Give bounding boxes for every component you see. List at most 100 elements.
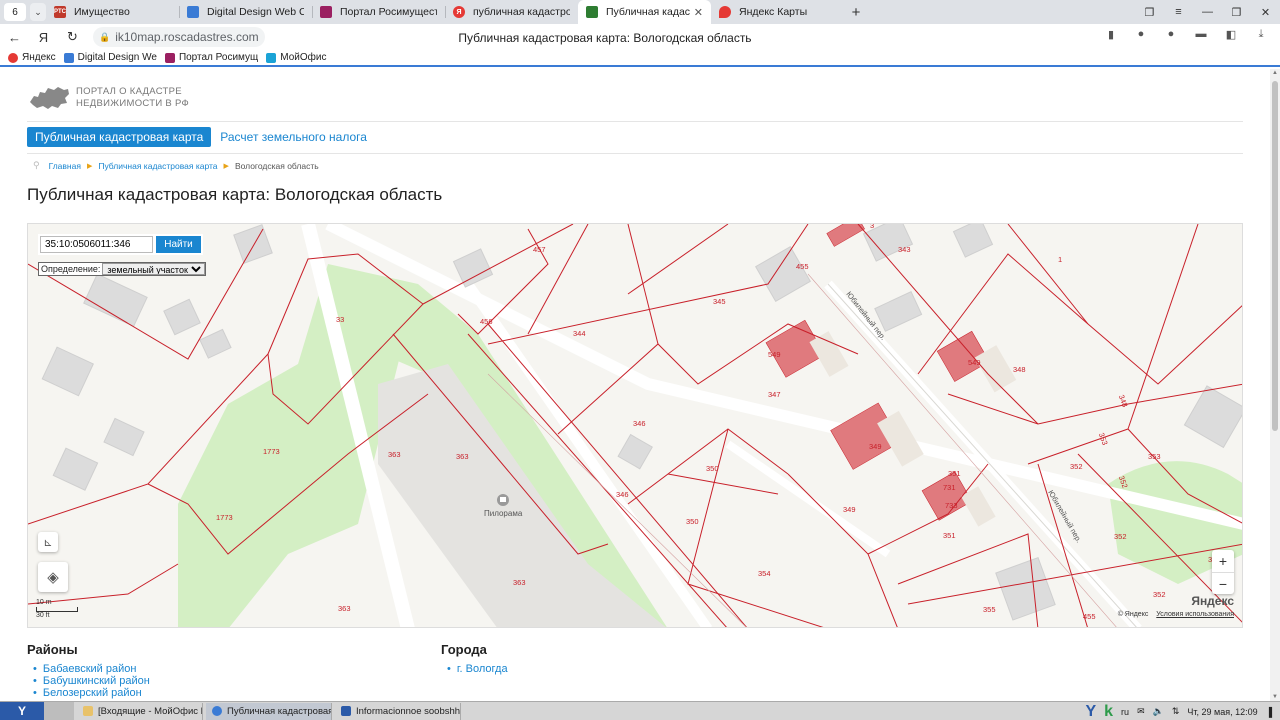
taskbar-item[interactable]: [Входящие - МойОфис П... bbox=[77, 702, 203, 720]
kaspersky-icon[interactable]: k bbox=[1104, 703, 1113, 720]
url-text: ik10map.roscadastres.com bbox=[115, 30, 259, 44]
cadastral-map[interactable]: 33 457 456 344 345 455 343 1 347 346 346 350 350… bbox=[27, 223, 1243, 628]
browser-tab-bar: 6 ⌄ РТС Имущество Digital Design Web Cli… bbox=[0, 0, 1280, 24]
back-icon[interactable]: ← bbox=[0, 30, 29, 45]
bookmark-icon[interactable]: ▮ bbox=[1096, 28, 1126, 41]
page-scrollbar[interactable]: ▲ ▼ bbox=[1270, 69, 1280, 701]
taskbar-item-active[interactable]: Публичная кадастровая ... bbox=[206, 702, 332, 720]
svg-text:363: 363 bbox=[338, 604, 351, 613]
tabs-icon[interactable]: ❐ bbox=[1135, 6, 1164, 19]
bookmarks-bar: Яндекс Digital Design We Портал Росимущ … bbox=[0, 50, 1280, 67]
menu-item-cadastral-map[interactable]: Публичная кадастровая карта bbox=[27, 127, 212, 147]
menu-icon[interactable]: ≡ bbox=[1164, 6, 1193, 18]
tab-title: Публичная кадастрова bbox=[606, 6, 690, 18]
scroll-up-icon[interactable]: ▲ bbox=[1270, 70, 1280, 76]
cadastral-number-input[interactable] bbox=[40, 236, 153, 253]
ruler-button[interactable]: ⊾ bbox=[38, 532, 58, 552]
maximize-icon[interactable]: ❐ bbox=[1222, 6, 1251, 19]
network-icon[interactable]: ⇅ bbox=[1172, 706, 1180, 717]
reload-icon[interactable]: ↻ bbox=[58, 29, 87, 45]
svg-text:352: 352 bbox=[1114, 532, 1127, 541]
location-pin-icon: ⚲ bbox=[33, 160, 40, 170]
yandex-maps-logo[interactable]: Яндекс bbox=[1191, 594, 1234, 608]
extension-icon[interactable]: ● bbox=[1156, 28, 1186, 41]
breadcrumb: ⚲ Главная ▶ Публичная кадастровая карта … bbox=[33, 160, 319, 171]
breadcrumb-current: Вологодская область bbox=[234, 160, 319, 171]
region-link[interactable]: Бабушкинский район bbox=[33, 675, 150, 687]
taskbar-item-label: Informacionnoe soobshhe... bbox=[356, 705, 461, 717]
clock[interactable]: Чт, 29 мая, 12:09 bbox=[1187, 707, 1257, 717]
volume-icon[interactable]: 🔈 bbox=[1153, 706, 1164, 717]
tab-title: Портал Росимущества bbox=[340, 6, 437, 18]
svg-text:344: 344 bbox=[573, 329, 586, 338]
yandex-icon[interactable]: Я bbox=[29, 30, 58, 45]
browser-tab[interactable]: Я публичная кадастровая bbox=[445, 0, 578, 24]
language-indicator[interactable]: ru bbox=[1121, 707, 1129, 717]
extension-icon[interactable]: ● bbox=[1126, 28, 1156, 41]
search-button[interactable]: Найти bbox=[156, 236, 201, 253]
tab-title: публичная кадастровая bbox=[473, 6, 570, 18]
document-icon bbox=[341, 706, 351, 716]
show-desktop-icon[interactable]: ▐ bbox=[1266, 707, 1272, 717]
svg-text:348: 348 bbox=[1013, 365, 1026, 374]
bookmark-item[interactable]: Digital Design We bbox=[63, 52, 157, 63]
minimize-icon[interactable]: — bbox=[1193, 6, 1222, 18]
scrollbar-thumb[interactable] bbox=[1272, 81, 1278, 431]
url-field[interactable]: 🔒 ik10map.roscadastres.com bbox=[93, 27, 265, 47]
page-title: Публичная кадастровая карта: Вологодская… bbox=[27, 185, 443, 204]
bookmark-item[interactable]: МойОфис bbox=[266, 52, 326, 63]
map-canvas[interactable]: 33 457 456 344 345 455 343 1 347 346 346 350 350… bbox=[28, 224, 1243, 628]
scroll-down-icon[interactable]: ▼ bbox=[1270, 694, 1280, 700]
menu-item-land-tax[interactable]: Расчет земельного налога bbox=[220, 130, 367, 144]
rosim-icon bbox=[320, 6, 332, 18]
zoom-in-button[interactable]: + bbox=[1212, 550, 1234, 572]
scale-feet: 30 ft bbox=[36, 612, 50, 619]
mail-icon[interactable]: ✉ bbox=[1137, 706, 1145, 717]
new-tab-button[interactable]: + bbox=[844, 4, 868, 21]
system-tray: Y k ru ✉ 🔈 ⇅ Чт, 29 мая, 12:09 ▐ bbox=[1085, 702, 1280, 720]
terms-link[interactable]: Условия использования bbox=[1156, 611, 1234, 618]
svg-text:350: 350 bbox=[686, 517, 699, 526]
yandex-disk-icon[interactable]: Y bbox=[1085, 703, 1096, 720]
layers-button[interactable]: ◈ bbox=[38, 562, 68, 592]
tab-counter[interactable]: 6 bbox=[4, 3, 26, 21]
definition-select[interactable]: земельный участок bbox=[102, 263, 206, 275]
zoom-out-button[interactable]: − bbox=[1212, 572, 1234, 594]
site-logo[interactable]: ПОРТАЛ О КАДАСТРЕ НЕДВИЖИМОСТИ В РФ bbox=[28, 84, 189, 112]
breadcrumb-home[interactable]: Главная bbox=[49, 161, 81, 171]
extension-icons: ▮ ● ● ▬ ◧ ⤓ bbox=[1096, 28, 1276, 41]
svg-text:352: 352 bbox=[1070, 462, 1083, 471]
logo-line2: НЕДВИЖИМОСТИ В РФ bbox=[76, 98, 190, 109]
extension-icon[interactable]: ◧ bbox=[1216, 28, 1246, 41]
browser-tab[interactable]: Digital Design Web Client bbox=[179, 0, 312, 24]
bookmark-item[interactable]: Портал Росимущ bbox=[164, 52, 258, 63]
region-link[interactable]: Белозерский район bbox=[33, 687, 150, 699]
breadcrumb-cadastral-map[interactable]: Публичная кадастровая карта bbox=[98, 161, 217, 171]
divider bbox=[27, 121, 1243, 122]
svg-text:1773: 1773 bbox=[216, 513, 233, 522]
svg-text:731: 731 bbox=[943, 483, 956, 492]
chevron-down-icon[interactable]: ⌄ bbox=[30, 3, 46, 21]
start-button[interactable]: Y bbox=[0, 701, 44, 720]
browser-tab-active[interactable]: Публичная кадастрова ✕ bbox=[578, 0, 711, 24]
logo-line1: ПОРТАЛ О КАДАСТРЕ bbox=[76, 86, 182, 97]
region-link[interactable]: Бабаевский район bbox=[33, 663, 150, 675]
svg-text:1773: 1773 bbox=[263, 447, 280, 456]
svg-text:363: 363 bbox=[456, 452, 469, 461]
city-link[interactable]: г. Вологда bbox=[447, 663, 508, 675]
browser-tab[interactable]: Портал Росимущества bbox=[312, 0, 445, 24]
ps-icon: РТС bbox=[54, 6, 66, 18]
taskbar-item[interactable]: Informacionnoe soobshhe... bbox=[335, 702, 461, 720]
browser-tab[interactable]: Яндекс Карты bbox=[711, 0, 844, 24]
download-icon[interactable]: ⤓ bbox=[1246, 28, 1276, 41]
close-icon[interactable]: ✕ bbox=[694, 6, 703, 19]
svg-text:456: 456 bbox=[480, 317, 493, 326]
bookmark-item[interactable]: Яндекс bbox=[8, 52, 56, 63]
dd-icon bbox=[63, 52, 74, 63]
svg-text:455: 455 bbox=[796, 262, 809, 271]
browser-tab[interactable]: РТС Имущество bbox=[46, 0, 179, 24]
close-window-icon[interactable]: ✕ bbox=[1251, 6, 1280, 19]
svg-text:353: 353 bbox=[1148, 452, 1161, 461]
map-icon bbox=[586, 6, 598, 18]
extension-icon[interactable]: ▬ bbox=[1186, 28, 1216, 41]
